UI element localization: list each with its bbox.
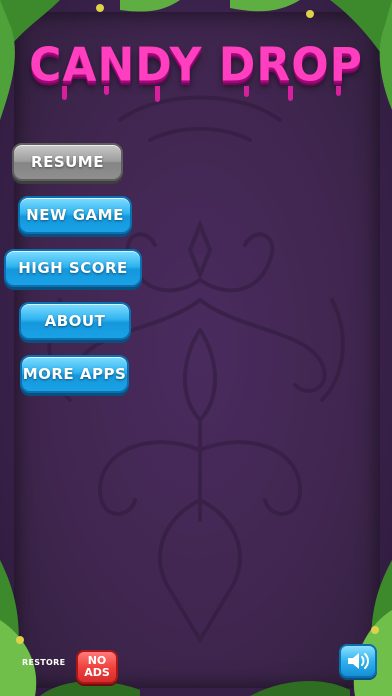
title-drip bbox=[288, 86, 293, 101]
no-ads-button[interactable]: NO ADS bbox=[76, 650, 118, 684]
sound-toggle-button[interactable] bbox=[339, 644, 377, 678]
no-ads-label: ADS bbox=[84, 666, 110, 679]
title-drip bbox=[336, 86, 341, 96]
title-drip bbox=[62, 86, 67, 100]
new-game-button[interactable]: NEW GAME bbox=[18, 196, 132, 234]
game-title: CANDY DROP bbox=[29, 38, 363, 93]
high-score-button[interactable]: HIGH SCORE bbox=[4, 249, 142, 287]
ornament-decoration bbox=[47, 95, 345, 644]
more-apps-button[interactable]: MORE APPS bbox=[20, 355, 129, 393]
speaker-icon bbox=[348, 653, 369, 669]
title-drip bbox=[244, 86, 249, 97]
resume-button[interactable]: RESUME bbox=[12, 143, 123, 181]
game-screen: CANDY DROP RESUME NEW GAME HIGH SCORE AB… bbox=[0, 0, 392, 696]
about-button[interactable]: ABOUT bbox=[19, 302, 131, 340]
title-drip bbox=[155, 86, 160, 102]
title-drip bbox=[104, 86, 109, 95]
restore-purchases-link[interactable]: RESTORE bbox=[22, 658, 65, 667]
